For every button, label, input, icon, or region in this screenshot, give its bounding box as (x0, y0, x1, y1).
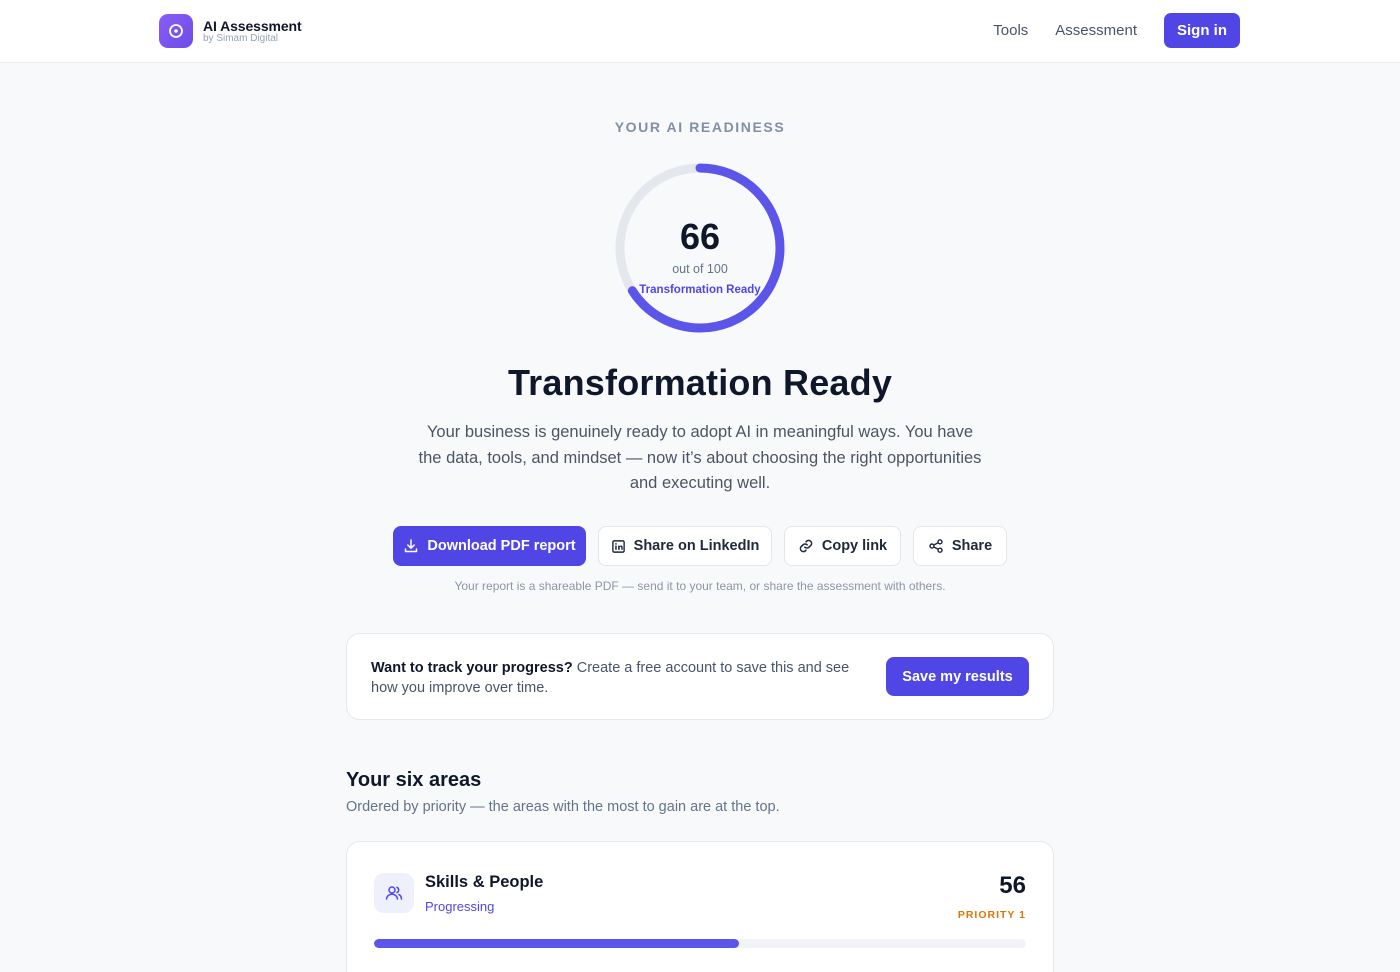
share-button[interactable]: Share (913, 526, 1007, 566)
score-max-label: out of 100 (672, 261, 728, 276)
top-bar: AI Assessment by Simam Digital Tools Ass… (0, 0, 1400, 63)
area-priority-badge: PRIORITY 1 (957, 909, 1026, 921)
score-level-label: Transformation Ready (639, 283, 761, 296)
brand-name: AI Assessment (203, 17, 302, 34)
link-icon (799, 539, 813, 553)
readiness-eyebrow: YOUR AI READINESS (614, 119, 786, 135)
save-results-text: Want to track your progress? Create a fr… (371, 658, 871, 698)
areas-subtitle: Ordered by priority — the areas with the… (346, 799, 780, 815)
result-headline: Transformation Ready (507, 362, 893, 403)
sign-in-button[interactable]: Sign in (1164, 13, 1240, 48)
save-results-button[interactable]: Save my results (886, 657, 1029, 696)
score-value: 66 (679, 215, 721, 257)
area-name: Skills & People (425, 873, 544, 891)
report-actions: Download PDF report Share on LinkedIn Co… (393, 526, 1007, 566)
download-pdf-button[interactable]: Download PDF report (393, 526, 586, 566)
share-icon (929, 539, 943, 553)
score-ring-label: 66 out of 100 Transformation Ready (612, 160, 788, 336)
brand-icon (159, 14, 193, 48)
area-status: Progressing (425, 899, 495, 914)
share-linkedin-button[interactable]: Share on LinkedIn (598, 526, 772, 566)
result-description: Your business is genuinely ready to adop… (418, 423, 982, 492)
download-pdf-label: Download PDF report (427, 538, 576, 554)
linkedin-icon (611, 539, 625, 553)
save-results-card: Want to track your progress? Create a fr… (346, 633, 1054, 720)
share-linkedin-label: Share on LinkedIn (633, 538, 760, 554)
report-note: Your report is a shareable PDF — send it… (454, 579, 946, 593)
copy-link-label: Copy link (821, 538, 888, 554)
save-results-emphasis: Want to track your progress? (371, 660, 573, 676)
area-card-skills-people[interactable]: Skills & People Progressing 56 PRIORITY … (346, 841, 1054, 972)
brand-logo[interactable]: AI Assessment by Simam Digital (159, 14, 302, 48)
area-score: 56 (999, 872, 1026, 899)
share-label: Share (951, 538, 993, 554)
copy-link-button[interactable]: Copy link (784, 526, 901, 566)
brand-subtitle: by Simam Digital (203, 32, 279, 44)
area-progress-track (374, 939, 1026, 948)
people-icon (374, 873, 414, 913)
main-nav: Tools Assessment Sign in (993, 13, 1240, 48)
nav-assessment-link[interactable]: Assessment (1055, 22, 1137, 39)
area-progress-fill (374, 939, 740, 948)
nav-tools-link[interactable]: Tools (993, 22, 1028, 39)
areas-title: Your six areas (346, 769, 482, 791)
download-icon (405, 539, 418, 553)
